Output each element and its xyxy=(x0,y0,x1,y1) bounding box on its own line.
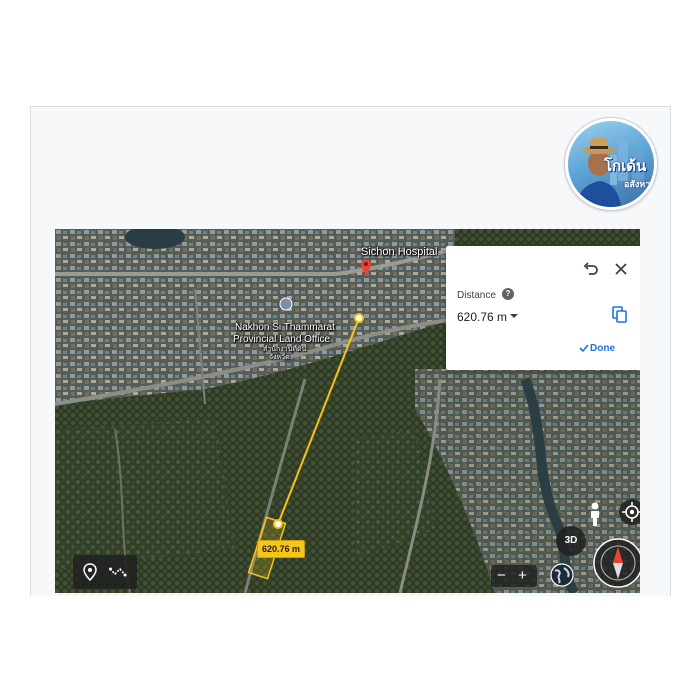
avatar-name: โกเด้น xyxy=(604,158,647,175)
distance-title: Distance xyxy=(457,290,496,301)
distance-panel: Distance ? 620.76 m Done xyxy=(446,246,640,370)
zoom-control: − + xyxy=(491,565,537,587)
land-office-label-line1[interactable]: Nakhon Si Thammarat xyxy=(235,322,335,333)
compass-icon[interactable] xyxy=(592,537,640,589)
close-icon[interactable] xyxy=(612,260,630,278)
help-icon[interactable]: ? xyxy=(502,288,514,300)
satellite-map[interactable]: Sichon Hospital Nakhon Si Thammarat Prov… xyxy=(55,229,640,593)
zoom-out-button[interactable]: − xyxy=(497,567,506,585)
pegman-icon[interactable] xyxy=(584,501,606,527)
chevron-down-icon[interactable] xyxy=(510,314,518,318)
pin-icon[interactable] xyxy=(83,563,97,581)
3d-toggle-button[interactable]: 3D xyxy=(556,526,586,556)
land-office-thai-label-line1: สำนักงานที่ดิน xyxy=(263,346,307,353)
distance-value-dropdown[interactable]: 620.76 m xyxy=(457,310,507,324)
done-button[interactable]: Done xyxy=(590,343,615,354)
locate-icon[interactable] xyxy=(619,499,640,525)
measurement-tag: 620.76 m xyxy=(257,540,306,558)
copy-icon[interactable] xyxy=(612,306,628,324)
path-icon[interactable] xyxy=(109,565,129,579)
avatar-subtitle: อสังหา xyxy=(624,179,651,189)
globe-icon[interactable] xyxy=(549,562,575,588)
undo-icon[interactable] xyxy=(582,260,600,278)
check-icon xyxy=(579,344,589,353)
land-office-label-line2[interactable]: Provincial Land Office xyxy=(233,334,330,345)
map-tools xyxy=(73,555,137,589)
hospital-label[interactable]: Sichon Hospital xyxy=(361,247,437,258)
land-office-thai-label-line2: จังหวัด xyxy=(269,354,290,361)
zoom-in-button[interactable]: + xyxy=(518,567,527,585)
avatar: โกเด้น อสังหา xyxy=(565,118,657,210)
